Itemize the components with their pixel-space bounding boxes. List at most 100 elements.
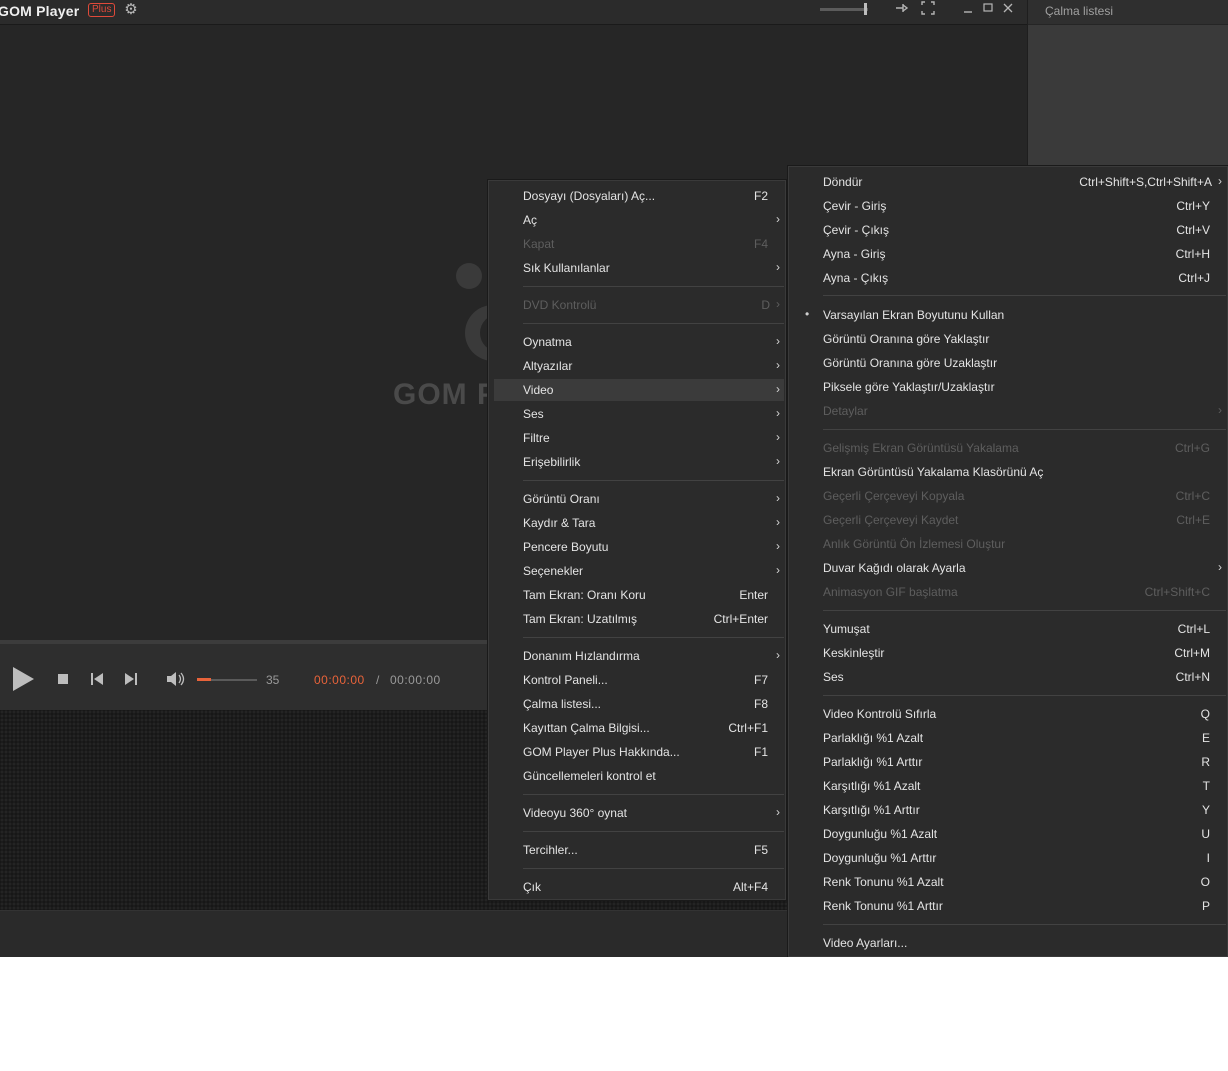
menu-item-shortcut: T [1202,779,1210,793]
volume-icon[interactable] [165,669,187,689]
menu-item-shortcut: R [1201,755,1210,769]
menu-separator [823,429,1226,430]
menu-item-label: Duvar Kağıdı olarak Ayarla [823,561,966,575]
menu-item-ayna-giris[interactable]: Ayna - Giriş Ctrl+H [794,243,1226,265]
menu-item-label: Yumuşat [823,622,870,636]
menu-item-label: Filtre [523,431,550,445]
menu-item-detaylar: Detaylar › [794,400,1226,422]
menu-item-label: Tam Ekran: Oranı Koru [523,588,646,602]
menu-item-label: GOM Player Plus Hakkında... [523,745,680,759]
menu-item-video[interactable]: Video › [494,379,784,401]
menu-separator [823,610,1226,611]
menu-item-label: Piksele göre Yaklaştır/Uzaklaştır [823,380,995,394]
menu-item-label: Animasyon GIF başlatma [823,585,958,599]
gear-icon[interactable]: ⚙ [122,1,140,19]
total-time: 00:00:00 [390,673,441,687]
menu-item-duvar-kagidi-olarak-ayarla[interactable]: Duvar Kağıdı olarak Ayarla › [794,557,1226,579]
stop-button[interactable] [55,671,71,687]
menu-item-ses[interactable]: Ses › [494,403,784,425]
check-bullet-icon: • [805,307,810,321]
menu-item-erisebilirlik[interactable]: Erişebilirlik › [494,451,784,473]
menu-item-sik-kullanilanlar[interactable]: Sık Kullanılanlar › [494,257,784,279]
menu-item-karsitligi-1-arttir[interactable]: Karşıtlığı %1 Arttır Y [794,799,1226,821]
next-button[interactable] [122,670,140,688]
menu-item-shortcut: Ctrl+E [1176,513,1210,527]
menu-item-cevir-giris[interactable]: Çevir - Giriş Ctrl+Y [794,195,1226,217]
menu-item-secenekler[interactable]: Seçenekler › [494,560,784,582]
menu-item-renk-tonunu-1-azalt[interactable]: Renk Tonunu %1 Azalt O [794,871,1226,893]
menu-item-label: Renk Tonunu %1 Arttır [823,899,943,913]
menu-item-label: Kapat [523,237,555,251]
menu-item-shortcut: F7 [753,673,768,687]
minimize-icon[interactable] [959,1,977,19]
menu-item-renk-tonunu-1-arttir[interactable]: Renk Tonunu %1 Arttır P [794,895,1226,917]
menu-item-goruntu-orani[interactable]: Görüntü Oranı › [494,488,784,510]
maximize-icon[interactable] [979,1,997,19]
menu-item-oynatma[interactable]: Oynatma › [494,331,784,353]
menu-item-dosyayi-dosyalari-ac[interactable]: Dosyayı (Dosyaları) Aç... F2 [494,185,784,207]
menu-item-video-ayarlari[interactable]: Video Ayarları... [794,932,1226,954]
menu-item-keskinlestir[interactable]: Keskinleştir Ctrl+M [794,642,1226,664]
menu-item-calma-listesi[interactable]: Çalma listesi... F8 [494,693,784,715]
pin-icon[interactable] [893,1,911,19]
menu-item-altyazilar[interactable]: Altyazılar › [494,355,784,377]
menu-item-ekran-goruntusu-yakalama-klasorunu-ac[interactable]: Ekran Görüntüsü Yakalama Klasörünü Aç [794,461,1226,483]
opacity-slider-knob[interactable] [864,3,867,15]
menu-item-shortcut: F4 [753,237,768,251]
menu-item-label: Çevir - Çıkış [823,223,889,237]
menu-item-dondur[interactable]: Döndür Ctrl+Shift+S,Ctrl+Shift+A › [794,171,1226,193]
menu-item-label: Dosyayı (Dosyaları) Aç... [523,189,656,203]
menu-item-parlakligi-1-azalt[interactable]: Parlaklığı %1 Azalt E [794,727,1226,749]
menu-item-label: Kontrol Paneli... [523,673,608,687]
menu-item-donanim-hizlandirma[interactable]: Donanım Hızlandırma › [494,645,784,667]
plus-badge: Plus [88,3,116,17]
menu-item-label: Çalma listesi... [523,697,602,711]
menu-item-tam-ekran-orani-koru[interactable]: Tam Ekran: Oranı Koru Enter [494,584,784,606]
menu-item-videoyu-360-oynat[interactable]: Videoyu 360° oynat › [494,802,784,824]
menu-item-guncellemeleri-kontrol-et[interactable]: Güncellemeleri kontrol et [494,765,784,787]
menu-item-parlakligi-1-arttir[interactable]: Parlaklığı %1 Arttır R [794,751,1226,773]
menu-item-label: Aç [523,213,538,227]
menu-item-doygunlugu-1-arttir[interactable]: Doygunluğu %1 Arttır I [794,847,1226,869]
fullscreen-icon[interactable] [919,1,937,19]
menu-item-goruntu-oranina-gore-uzaklastir[interactable]: Görüntü Oranına göre Uzaklaştır [794,352,1226,374]
menu-item-ac[interactable]: Aç › [494,209,784,231]
menu-item-cik[interactable]: Çık Alt+F4 [494,876,784,898]
menu-item-gom-player-plus-hakkinda[interactable]: GOM Player Plus Hakkında... F1 [494,741,784,763]
menu-item-goruntu-oranina-gore-yaklastir[interactable]: Görüntü Oranına göre Yaklaştır [794,328,1226,350]
menu-item-filtre[interactable]: Filtre › [494,427,784,449]
menu-item-ayna-cikis[interactable]: Ayna - Çıkış Ctrl+J [794,267,1226,289]
menu-item-shortcut: Ctrl+L [1177,622,1210,636]
title-bar: GOM Player Plus ⚙ [0,0,1027,25]
menu-item-shortcut: F2 [753,189,768,203]
opacity-slider[interactable] [820,8,868,11]
menu-item-label: Renk Tonunu %1 Azalt [823,875,944,889]
menu-item-yumusat[interactable]: Yumuşat Ctrl+L [794,618,1226,640]
menu-item-kaydir-tara[interactable]: Kaydır & Tara › [494,512,784,534]
menu-item-tercihler[interactable]: Tercihler... F5 [494,839,784,861]
menu-item-kontrol-paneli[interactable]: Kontrol Paneli... F7 [494,669,784,691]
menu-item-karsitligi-1-azalt[interactable]: Karşıtlığı %1 Azalt T [794,775,1226,797]
play-button[interactable] [8,664,38,694]
menu-item-piksele-gore-yaklastir-uzaklastir[interactable]: Piksele göre Yaklaştır/Uzaklaştır [794,376,1226,398]
menu-item-shortcut: Enter [739,588,768,602]
menu-item-pencere-boyutu[interactable]: Pencere Boyutu › [494,536,784,558]
playlist-title[interactable]: Çalma listesi [1045,4,1113,18]
menu-item-cevir-cikis[interactable]: Çevir - Çıkış Ctrl+V [794,219,1226,241]
menu-item-ses[interactable]: Ses Ctrl+N [794,666,1226,688]
menu-item-video-kontrolu-sifirla[interactable]: Video Kontrolü Sıfırla Q [794,703,1226,725]
menu-separator [523,480,784,481]
menu-item-label: Görüntü Oranı [523,492,600,506]
menu-item-tam-ekran-uzatilmis[interactable]: Tam Ekran: Uzatılmış Ctrl+Enter [494,608,784,630]
menu-item-label: Güncellemeleri kontrol et [523,769,656,783]
menu-item-label: Ayna - Çıkış [823,271,889,285]
menu-item-varsayilan-ekran-boyutunu-kullan[interactable]: • Varsayılan Ekran Boyutunu Kullan [794,304,1226,326]
previous-button[interactable] [88,670,106,688]
menu-item-kayittan-calma-bilgisi[interactable]: Kayıttan Çalma Bilgisi... Ctrl+F1 [494,717,784,739]
menu-separator [523,323,784,324]
menu-item-label: Görüntü Oranına göre Yaklaştır [823,332,990,346]
menu-item-doygunlugu-1-azalt[interactable]: Doygunluğu %1 Azalt U [794,823,1226,845]
close-icon[interactable] [999,1,1017,19]
chevron-right-icon: › [776,406,780,420]
menu-item-shortcut: E [1201,731,1210,745]
